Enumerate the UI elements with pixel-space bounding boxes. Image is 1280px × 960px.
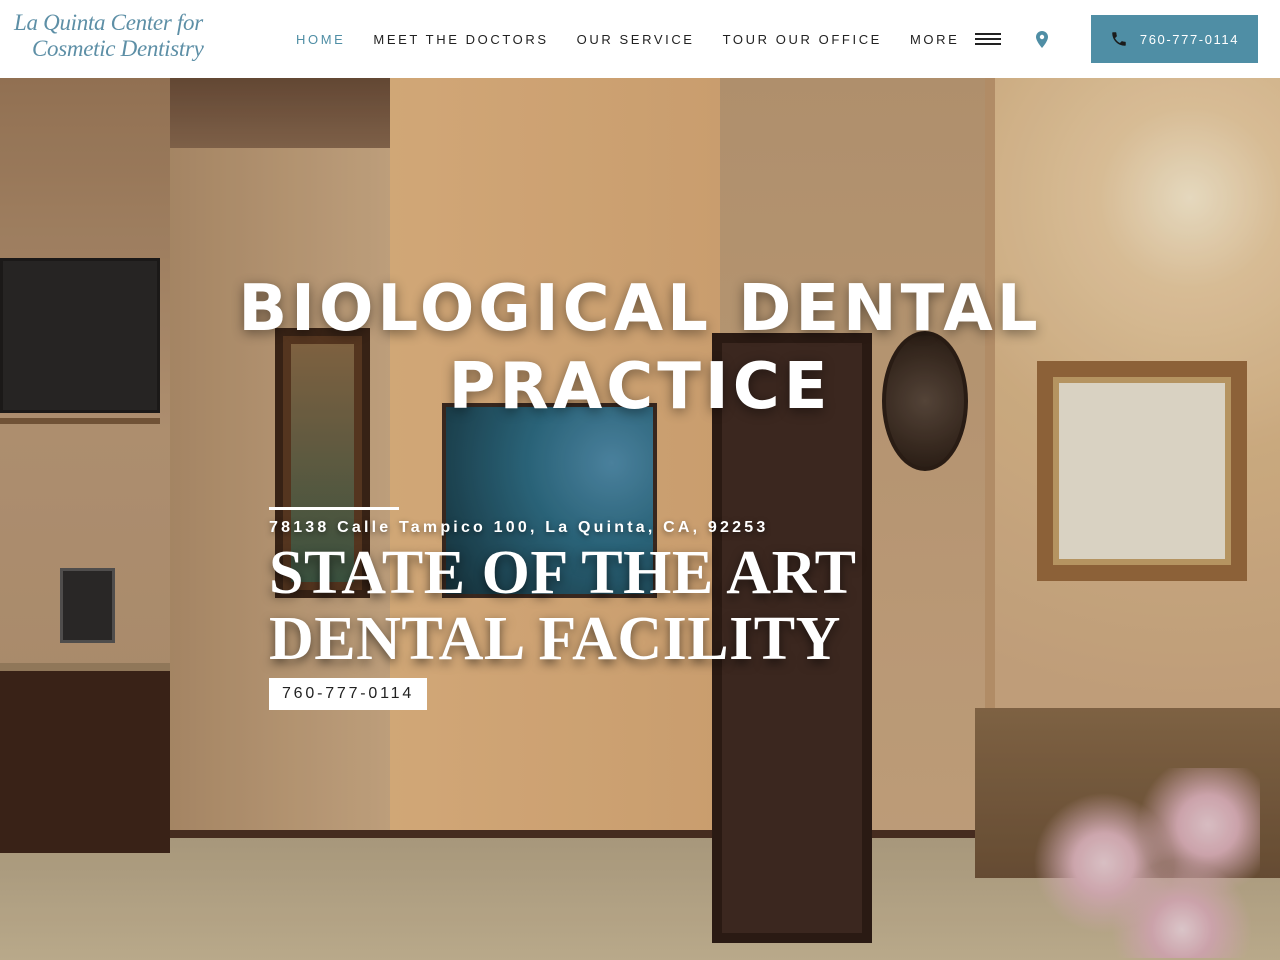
hero-headline-line-1: BIOLOGICAL DENTAL (238, 272, 1042, 346)
nav-item-home[interactable]: HOME (296, 32, 345, 47)
hero-headline: BIOLOGICAL DENTAL PRACTICE (0, 270, 1280, 426)
hero-subheadline-line-1: STATE OF THE ART (269, 539, 857, 607)
nav-item-meet-the-doctors[interactable]: MEET THE DOCTORS (373, 32, 548, 47)
nav-item-our-service[interactable]: OUR SERVICE (577, 32, 695, 47)
nav-more-label: MORE (909, 31, 960, 47)
hero-subheadline: STATE OF THE ART DENTAL FACILITY (269, 540, 857, 672)
hero-phone-button[interactable]: 760-777-0114 (269, 678, 427, 710)
logo-line-1: La Quinta Center for (14, 10, 203, 35)
hero-address: 78138 Calle Tampico 100, La Quinta, CA, … (269, 519, 769, 536)
hero-divider (269, 507, 399, 510)
site-header: La Quinta Center for Cosmetic Dentistry … (0, 0, 1280, 78)
header-phone-number: 760-777-0114 (1139, 31, 1240, 47)
hero-section: BIOLOGICAL DENTAL PRACTICE 78138 Calle T… (0, 78, 1280, 960)
map-pin-icon[interactable] (1036, 31, 1048, 48)
main-nav: HOME MEET THE DOCTORS OUR SERVICE TOUR O… (296, 0, 1002, 78)
logo-line-2: Cosmetic Dentistry (32, 36, 204, 61)
header-phone-button[interactable]: 760-777-0114 (1091, 15, 1258, 63)
nav-more-button[interactable]: MORE (909, 31, 1002, 47)
phone-icon (1112, 32, 1126, 46)
site-logo[interactable]: La Quinta Center for Cosmetic Dentistry (14, 10, 224, 68)
nav-item-tour-our-office[interactable]: TOUR OUR OFFICE (723, 32, 882, 47)
hero-headline-line-2: PRACTICE (448, 350, 832, 424)
hamburger-menu-icon (975, 32, 1002, 46)
hero-subheadline-line-2: DENTAL FACILITY (269, 605, 841, 673)
